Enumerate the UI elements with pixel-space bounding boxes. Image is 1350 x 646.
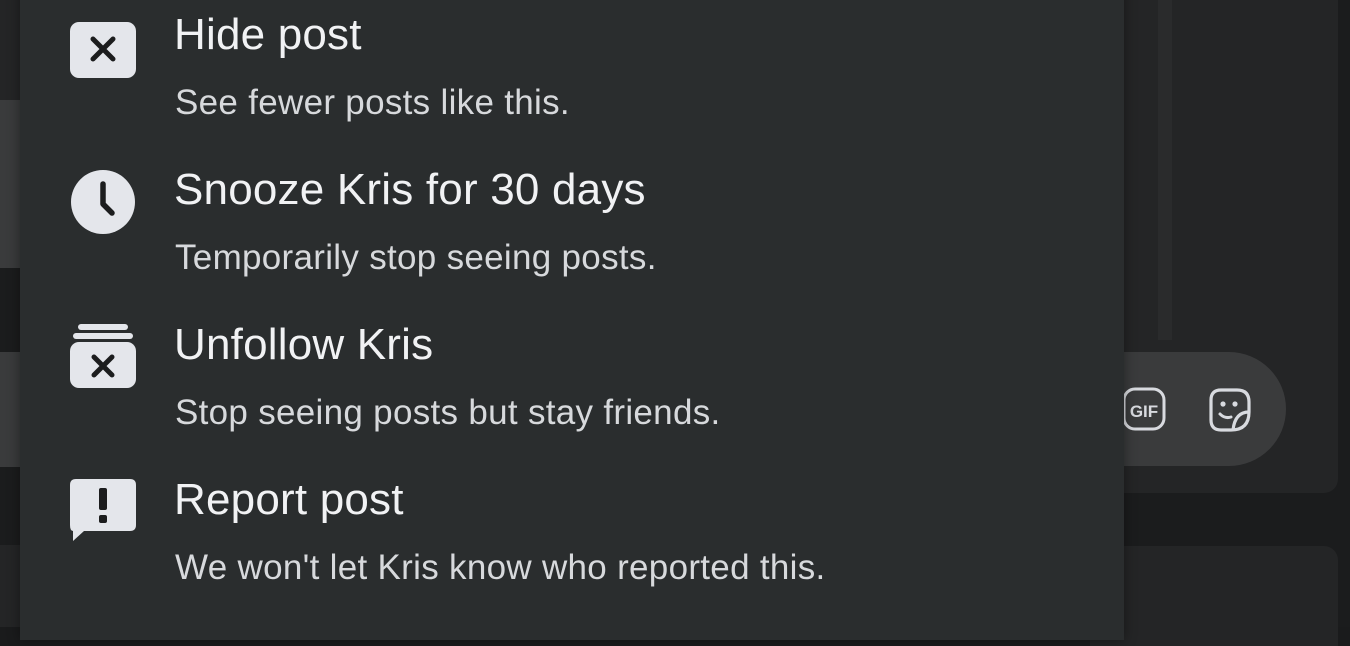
gif-label: GIF	[1130, 402, 1158, 421]
menu-item-description: We won't let Kris know who reported this…	[175, 548, 826, 588]
menu-item-description: See fewer posts like this.	[175, 83, 570, 123]
menu-item-description: Stop seeing posts but stay friends.	[175, 393, 721, 433]
menu-item-unfollow[interactable]: Unfollow Kris Stop seeing posts but stay…	[20, 310, 1124, 465]
hide-x-icon	[70, 18, 136, 84]
menu-item-report-post[interactable]: Report post We won't let Kris know who r…	[20, 465, 1124, 620]
background-divider	[1158, 0, 1172, 340]
clock-icon	[70, 169, 136, 235]
gif-icon[interactable]: GIF	[1122, 386, 1166, 432]
menu-item-description: Temporarily stop seeing posts.	[175, 238, 657, 278]
menu-item-title: Snooze Kris for 30 days	[174, 165, 646, 215]
unfollow-icon	[70, 324, 136, 390]
menu-item-title: Hide post	[174, 10, 362, 60]
post-options-menu: Hide post See fewer posts like this. Sno…	[20, 0, 1124, 640]
menu-item-hide-post[interactable]: Hide post See fewer posts like this.	[20, 0, 1124, 155]
sticker-icon[interactable]	[1203, 384, 1255, 436]
menu-item-title: Report post	[174, 475, 404, 525]
menu-item-snooze[interactable]: Snooze Kris for 30 days Temporarily stop…	[20, 155, 1124, 310]
report-icon	[70, 479, 136, 545]
background-post-card	[1090, 546, 1338, 646]
menu-item-title: Unfollow Kris	[174, 320, 433, 370]
